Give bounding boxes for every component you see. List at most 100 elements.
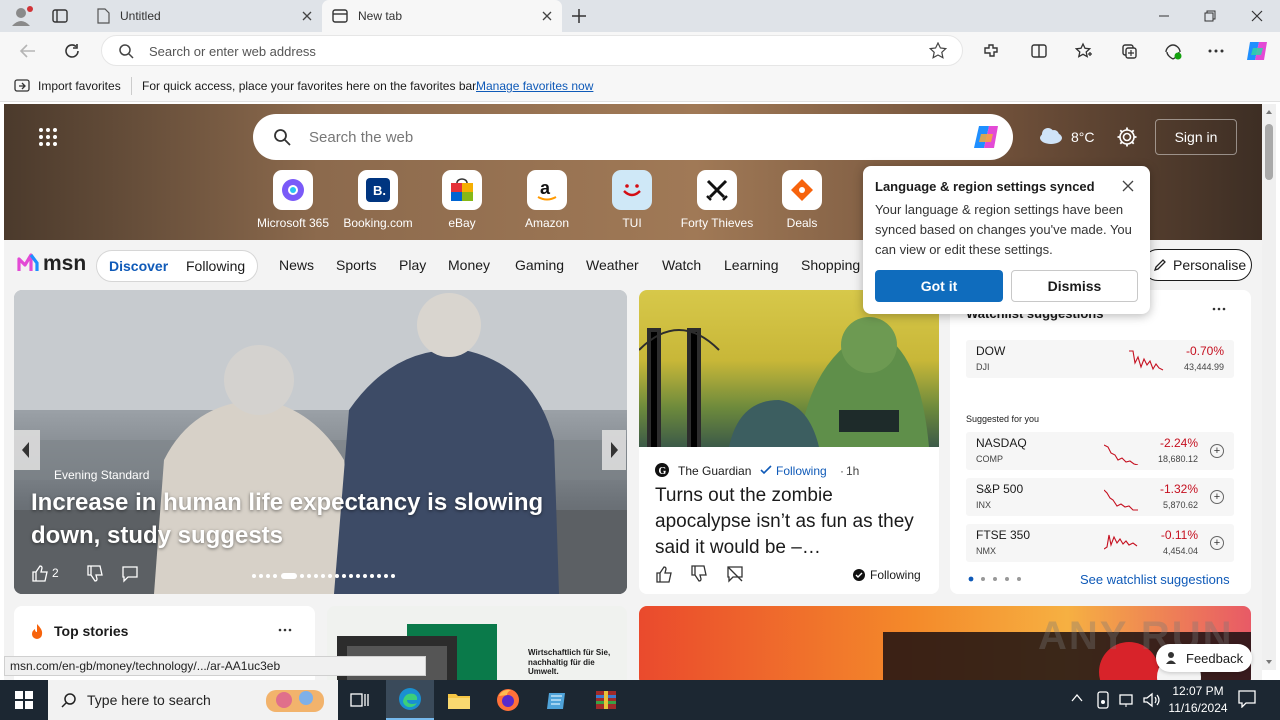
feedback-button[interactable]: Feedback: [1156, 644, 1252, 672]
task-view-icon[interactable]: [336, 680, 384, 720]
close-tab-icon[interactable]: [302, 11, 312, 21]
clock-date[interactable]: 11/16/2024: [1163, 701, 1233, 715]
story-headline[interactable]: Turns out the zombie apocalypse isn’t as…: [655, 483, 925, 561]
nav-watch[interactable]: Watch: [662, 257, 701, 273]
settings-gear-icon[interactable]: [1116, 126, 1138, 148]
favorites-icon[interactable]: [1071, 38, 1097, 64]
main-story-card[interactable]: Evening Standard Increase in human life …: [14, 290, 627, 594]
network-icon[interactable]: [1119, 692, 1137, 708]
weather-temp[interactable]: 8°C: [1071, 129, 1095, 145]
firefox-icon[interactable]: [484, 680, 532, 720]
more-options-icon[interactable]: [278, 625, 292, 635]
tab-untitled[interactable]: Untitled: [86, 0, 322, 32]
new-tab-plus-icon[interactable]: [568, 6, 590, 26]
following-label[interactable]: Following: [870, 568, 921, 582]
tab-following[interactable]: Following: [186, 258, 245, 274]
quicklink-microsoft-365[interactable]: Microsoft 365: [252, 170, 334, 230]
nav-sports[interactable]: Sports: [336, 257, 376, 273]
stock-row-nasdaq[interactable]: NASDAQ COMP -2.24% 18,680.12 +: [966, 432, 1234, 470]
device-icon[interactable]: [1095, 691, 1111, 709]
extensions-icon[interactable]: [978, 38, 1004, 64]
quicklink-tui[interactable]: TUI: [591, 170, 673, 230]
quicklink-amazon[interactable]: a Amazon: [506, 170, 588, 230]
nav-news[interactable]: News: [279, 257, 314, 273]
zombie-story-card[interactable]: G The Guardian Following · 1h Turns out …: [639, 290, 939, 594]
personalise-button[interactable]: Personalise: [1142, 249, 1252, 281]
close-tab-icon[interactable]: [542, 11, 552, 21]
follow-status[interactable]: Following: [776, 464, 827, 478]
copilot-icon[interactable]: [1244, 38, 1270, 64]
browser-essentials-icon[interactable]: [1160, 38, 1186, 64]
like-icon[interactable]: [31, 564, 49, 582]
comment-icon[interactable]: [121, 565, 139, 583]
story-source[interactable]: Evening Standard: [54, 468, 149, 482]
nav-learning[interactable]: Learning: [724, 257, 779, 273]
volume-icon[interactable]: [1142, 691, 1160, 709]
show-hidden-icons-chevron[interactable]: [1071, 693, 1083, 703]
tab-actions-icon[interactable]: [50, 7, 70, 25]
windows-start-icon[interactable]: [0, 680, 48, 720]
more-menu-icon[interactable]: [1203, 38, 1229, 64]
dislike-icon[interactable]: [86, 565, 104, 583]
notification-icon[interactable]: [1238, 690, 1256, 708]
more-options-icon[interactable]: [1212, 304, 1226, 314]
add-to-watchlist-icon[interactable]: +: [1210, 536, 1224, 550]
story-source[interactable]: The Guardian: [678, 464, 751, 478]
refresh-icon[interactable]: [59, 38, 85, 64]
clock-time[interactable]: 12:07 PM: [1170, 684, 1226, 698]
taskbar-search[interactable]: Type here to search: [48, 680, 338, 720]
copilot-search-icon[interactable]: [971, 123, 1001, 151]
favorite-star-icon[interactable]: [929, 42, 947, 60]
quicklink-label: Amazon: [524, 216, 570, 230]
close-window-button[interactable]: [1234, 0, 1280, 32]
top-stories-title[interactable]: Top stories: [54, 623, 128, 639]
stock-row-sp500[interactable]: S&P 500 INX -1.32% 5,870.62 +: [966, 478, 1234, 516]
stock-row-ftse350[interactable]: FTSE 350 NMX -0.11% 4,454.04 +: [966, 524, 1234, 562]
nav-money[interactable]: Money: [448, 257, 490, 273]
scrollbar[interactable]: [1262, 104, 1276, 670]
add-to-watchlist-icon[interactable]: +: [1210, 444, 1224, 458]
nav-play[interactable]: Play: [399, 257, 426, 273]
stock-row-dow[interactable]: DOW DJI -0.70% 43,444.99: [966, 340, 1234, 378]
address-bar[interactable]: Search or enter web address: [101, 35, 963, 66]
nav-weather[interactable]: Weather: [586, 257, 639, 273]
restore-button[interactable]: [1187, 0, 1233, 32]
pagination-dots[interactable]: [968, 576, 1024, 582]
sign-in-button[interactable]: Sign in: [1155, 119, 1237, 155]
tab-discover[interactable]: Discover: [109, 258, 168, 274]
import-favorites-button[interactable]: Import favorites: [38, 79, 121, 93]
nav-gaming[interactable]: Gaming: [515, 257, 564, 273]
back-arrow-icon[interactable]: [15, 38, 41, 64]
web-search-box[interactable]: Search the web: [253, 114, 1013, 160]
nav-shopping[interactable]: Shopping: [801, 257, 860, 273]
profile-avatar[interactable]: [10, 5, 34, 27]
edge-taskbar-icon[interactable]: [386, 680, 434, 720]
split-screen-icon[interactable]: [1026, 38, 1052, 64]
see-watchlist-link[interactable]: See watchlist suggestions: [1080, 572, 1230, 587]
dislike-icon[interactable]: [690, 565, 708, 583]
apps-grid-icon[interactable]: [38, 127, 58, 147]
like-icon[interactable]: [655, 565, 673, 583]
quicklink-ebay[interactable]: eBay: [421, 170, 503, 230]
winrar-icon[interactable]: [582, 680, 630, 720]
got-it-button[interactable]: Got it: [875, 270, 1003, 302]
msn-brand[interactable]: msn: [43, 252, 86, 276]
tab-new-tab[interactable]: New tab: [322, 0, 562, 32]
minimize-button[interactable]: [1141, 0, 1187, 32]
add-to-watchlist-icon[interactable]: +: [1210, 490, 1224, 504]
msn-logo-icon[interactable]: [16, 251, 40, 275]
collections-icon[interactable]: [1116, 38, 1142, 64]
stock-exchange: DJI: [976, 362, 990, 372]
status-url: msn.com/en-gb/money/technology/.../ar-AA…: [4, 656, 426, 676]
app-icon[interactable]: [533, 680, 581, 720]
carousel-dots[interactable]: [250, 572, 400, 580]
comments-off-icon[interactable]: [726, 565, 744, 583]
quicklink-booking[interactable]: B. Booking.com: [337, 170, 419, 230]
quicklink-deals[interactable]: Deals: [761, 170, 843, 230]
story-headline[interactable]: Increase in human life expectancy is slo…: [31, 486, 611, 552]
quicklink-forty-thieves[interactable]: Forty Thieves: [676, 170, 758, 230]
file-explorer-icon[interactable]: [435, 680, 483, 720]
dismiss-button[interactable]: Dismiss: [1011, 270, 1138, 302]
manage-favorites-link[interactable]: Manage favorites now: [476, 79, 593, 93]
close-icon[interactable]: [1122, 180, 1134, 192]
